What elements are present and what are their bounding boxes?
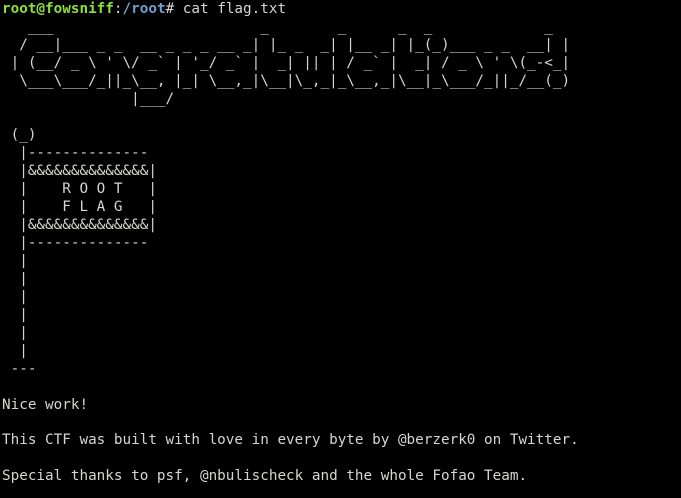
- prompt-separator: :: [113, 1, 123, 17]
- flag-art-line: |--------------: [2, 145, 149, 161]
- flag-art-line: |: [2, 343, 28, 359]
- flag-art-line: (_): [2, 127, 37, 143]
- command-prompt-line: root@fowsniff:/root# cat flag.txt: [2, 0, 286, 18]
- flag-art-line: |&&&&&&&&&&&&&&|: [2, 163, 157, 179]
- flag-art-line: | R O O T |: [2, 181, 157, 197]
- flag-art-line: |: [2, 271, 28, 287]
- flag-art-line: |&&&&&&&&&&&&&&|: [2, 217, 157, 233]
- credits-message: This CTF was built with love in every by…: [2, 432, 579, 448]
- flag-art-line: |: [2, 253, 28, 269]
- flag-art-line: ---: [2, 361, 37, 377]
- nice-work-message: Nice work!: [2, 397, 89, 413]
- flag-art-line: |: [2, 307, 28, 323]
- terminal-window[interactable]: root@fowsniff:/root# cat flag.txt ___ _ …: [0, 0, 681, 498]
- flag-art-line: | F L A G |: [2, 199, 157, 215]
- prompt-symbol: #: [165, 1, 183, 17]
- flag-art-line: |: [2, 325, 28, 341]
- thanks-message: Special thanks to psf, @nbulischeck and …: [2, 468, 528, 484]
- banner-line: \___\___/_||_\__, |_| \__,_|\__|\_,_|_\_…: [2, 73, 571, 89]
- prompt-command: cat flag.txt: [182, 1, 287, 17]
- banner-line: ___ _ _ _ _ _: [2, 19, 562, 35]
- prompt-path: /root: [122, 1, 166, 17]
- flag-art-line: |--------------: [2, 235, 149, 251]
- banner-line: | (__/ _ \ ' \/ _` | '_/ _` | _| || | / …: [2, 55, 571, 71]
- prompt-user-host: root@fowsniff: [2, 1, 114, 17]
- flag-art-line: |: [2, 289, 28, 305]
- banner-line: |___/: [2, 91, 183, 107]
- banner-line: / __|___ _ _ __ _ _ _ __ _| |_ _ _| |__ …: [2, 37, 571, 53]
